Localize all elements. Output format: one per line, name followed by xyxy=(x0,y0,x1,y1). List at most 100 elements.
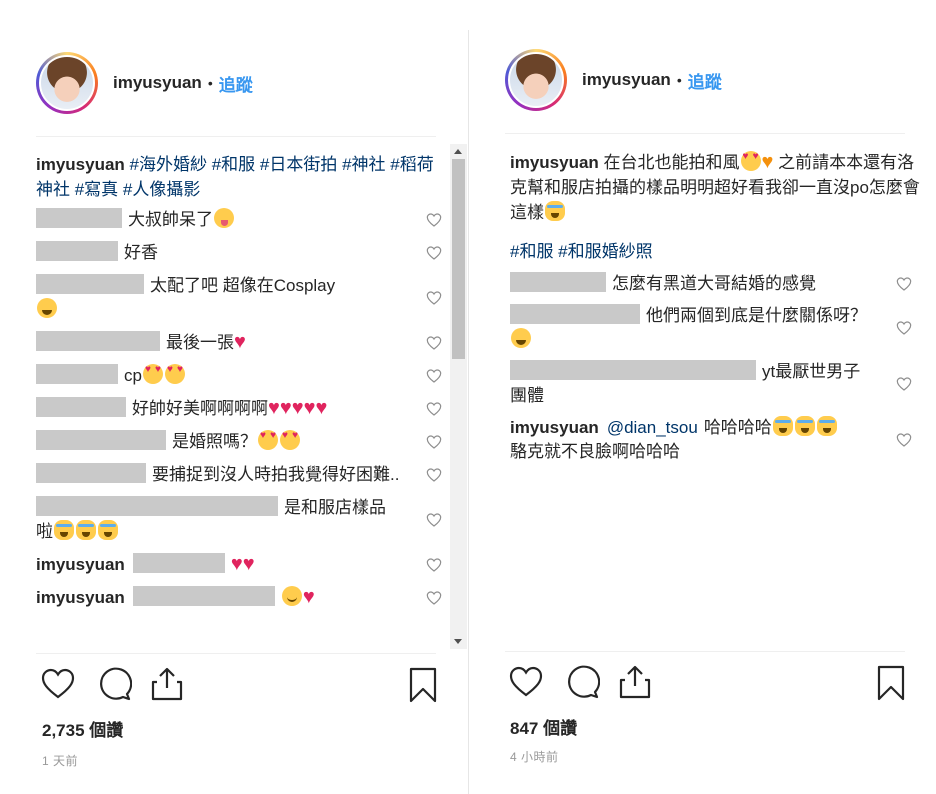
comment-row: 好帥好美啊啊啊啊♥♥♥♥♥ xyxy=(36,397,450,421)
comment-like-heart-icon[interactable] xyxy=(426,512,442,528)
crying-cat-emoji-icon xyxy=(98,520,118,540)
comment-text: 大叔帥呆了 xyxy=(128,210,213,229)
comment-like-heart-icon[interactable] xyxy=(896,376,912,392)
header-username[interactable]: imyusyuan xyxy=(113,73,202,93)
redacted-username[interactable] xyxy=(36,397,126,417)
comment-row: imyusyuan @dian_tsou 哈哈哈哈駱克就不良臉啊哈哈哈 xyxy=(510,416,920,464)
comment-row: 他們兩個到底是什麼關係呀？ xyxy=(510,304,920,352)
comment-username[interactable]: imyusyuan xyxy=(510,418,599,437)
redacted-username[interactable] xyxy=(36,274,144,294)
scroll-down-arrow-icon[interactable] xyxy=(454,639,462,644)
comments-list: imyusyuan #海外婚紗 #和服 #日本街拍 #神社 #稻荷神社 #寫真 … xyxy=(36,152,450,649)
caption-username[interactable]: imyusyuan xyxy=(36,155,125,174)
scroll-thumb[interactable] xyxy=(452,159,465,359)
comment-mention[interactable]: @dian_tsou xyxy=(607,418,698,437)
comment-like-heart-icon[interactable] xyxy=(426,590,442,606)
red-heart-emoji-icon: ♥ xyxy=(234,331,246,353)
separator-dot: • xyxy=(676,72,682,88)
comment-text: 好帥好美啊啊啊啊 xyxy=(132,399,268,418)
post-timestamp[interactable]: 1 天前 xyxy=(42,752,78,769)
caption: imyusyuan 在台北也能拍和風♥ 之前請本本還有洛克幫和服店拍攝的樣品明明… xyxy=(510,150,920,225)
redacted-username[interactable] xyxy=(36,331,160,351)
comment-username[interactable]: imyusyuan xyxy=(36,588,125,607)
comment-bubble-icon[interactable] xyxy=(564,664,600,700)
comment-like-heart-icon[interactable] xyxy=(426,557,442,573)
redacted-username[interactable] xyxy=(36,463,146,483)
actions-divider xyxy=(36,653,436,654)
red-heart-emoji-icon: ♥ xyxy=(242,553,255,575)
comment-row: 是和服店樣品啦 xyxy=(36,496,450,544)
comment-bubble-icon[interactable] xyxy=(96,666,132,702)
comment-text: 最後一張 xyxy=(166,333,234,352)
comment-text: 哈哈哈哈 xyxy=(703,418,772,437)
post-header: imyusyuan • 追蹤 xyxy=(505,47,722,113)
like-heart-icon[interactable] xyxy=(40,666,76,702)
redacted-username[interactable] xyxy=(510,360,756,380)
follow-button[interactable]: 追蹤 xyxy=(688,68,722,93)
header-divider xyxy=(505,133,905,134)
comment-text: 怎麼有黑道大哥結婚的感覺 xyxy=(612,274,816,293)
likes-count[interactable]: 847 個讚 xyxy=(510,714,577,739)
comment-text: 好香 xyxy=(124,243,158,262)
comment-like-heart-icon[interactable] xyxy=(426,467,442,483)
redacted-username[interactable] xyxy=(36,241,118,261)
crying-cat-emoji-icon xyxy=(54,520,74,540)
redacted-username[interactable] xyxy=(510,272,606,292)
likes-count[interactable]: 2,735 個讚 xyxy=(42,716,123,741)
smiling-emoji-icon xyxy=(281,586,302,606)
comment-row: cp xyxy=(36,364,450,388)
comment-like-heart-icon[interactable] xyxy=(426,290,442,306)
heart-eyes-emoji-icon xyxy=(280,430,300,450)
comment-row: 要捕捉到沒人時拍我覺得好困難.. xyxy=(36,463,450,487)
squinting-emoji-icon xyxy=(214,208,234,228)
bookmark-icon[interactable] xyxy=(408,666,438,704)
comment-like-heart-icon[interactable] xyxy=(426,212,442,228)
post-timestamp[interactable]: 4 小時前 xyxy=(510,748,559,765)
redacted-username[interactable] xyxy=(132,586,275,606)
like-heart-icon[interactable] xyxy=(508,664,544,700)
comment-username[interactable]: imyusyuan xyxy=(36,555,125,574)
share-icon[interactable] xyxy=(150,666,184,702)
left-post: imyusyuan • 追蹤 imyusyuan #海外婚紗 #和服 #日本街拍… xyxy=(0,0,468,794)
comment-like-heart-icon[interactable] xyxy=(426,368,442,384)
comment-like-heart-icon[interactable] xyxy=(896,276,912,292)
action-bar xyxy=(508,664,908,704)
redacted-username[interactable] xyxy=(132,553,225,573)
caption-username[interactable]: imyusyuan xyxy=(510,153,599,172)
comment-row: 最後一張♥ xyxy=(36,331,450,355)
comment-text-continued: 駱克就不良臉啊哈哈哈 xyxy=(510,442,680,461)
crying-cat-emoji-icon xyxy=(794,416,815,436)
heart-eyes-emoji-icon xyxy=(258,430,278,450)
comment-like-heart-icon[interactable] xyxy=(426,245,442,261)
redacted-username[interactable] xyxy=(36,208,122,228)
bookmark-icon[interactable] xyxy=(876,664,906,702)
comment-like-heart-icon[interactable] xyxy=(426,335,442,351)
header-username[interactable]: imyusyuan xyxy=(582,70,671,90)
follow-button[interactable]: 追蹤 xyxy=(219,71,253,96)
redacted-username[interactable] xyxy=(36,430,166,450)
comment-row: imyusyuan ♥ xyxy=(36,586,450,610)
redacted-username[interactable] xyxy=(36,496,278,516)
comment-row: yt最厭世男子團體 xyxy=(510,360,920,408)
redacted-username[interactable] xyxy=(36,364,118,384)
share-icon[interactable] xyxy=(618,664,652,700)
action-bar xyxy=(40,666,440,706)
avatar[interactable] xyxy=(505,49,567,111)
red-heart-emoji-icon: ♥ xyxy=(303,397,316,419)
redacted-username[interactable] xyxy=(510,304,640,324)
comment-like-heart-icon[interactable] xyxy=(896,432,912,448)
crying-cat-emoji-icon xyxy=(772,416,793,436)
caption-text-start: 在台北也能拍和風 xyxy=(603,153,740,172)
actions-divider xyxy=(505,651,905,652)
comment-like-heart-icon[interactable] xyxy=(896,320,912,336)
avatar[interactable] xyxy=(36,52,98,114)
scroll-up-arrow-icon[interactable] xyxy=(454,149,462,154)
right-post: imyusyuan • 追蹤 imyusyuan 在台北也能拍和風♥ 之前請本本… xyxy=(470,0,936,794)
comments-scrollbar[interactable] xyxy=(450,144,467,649)
comment-like-heart-icon[interactable] xyxy=(426,401,442,417)
crying-cat-emoji-icon xyxy=(76,520,96,540)
comment-like-heart-icon[interactable] xyxy=(426,434,442,450)
caption-hashtags[interactable]: #和服 #和服婚紗照 xyxy=(510,242,653,261)
red-heart-emoji-icon: ♥ xyxy=(268,397,280,419)
red-heart-emoji-icon: ♥ xyxy=(230,553,243,575)
